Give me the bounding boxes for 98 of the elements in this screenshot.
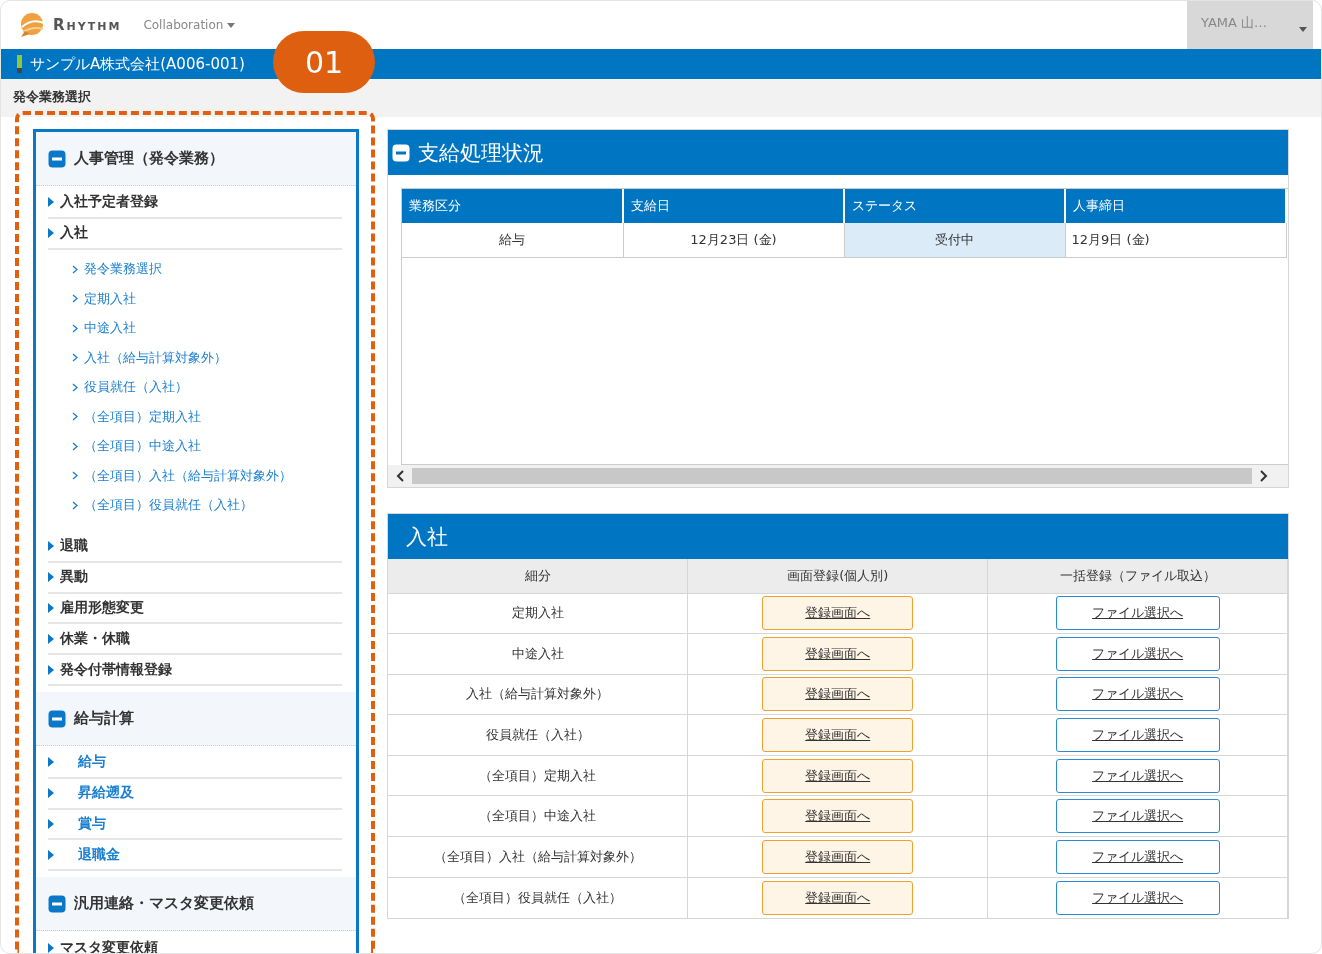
submenu-link[interactable]: 定期入社 bbox=[72, 284, 342, 314]
register-screen-button[interactable]: 登録画面へ bbox=[762, 880, 914, 915]
submenu-link[interactable]: 中途入社 bbox=[72, 313, 342, 344]
row-label: （全項目）役員就任（入社） bbox=[453, 889, 623, 905]
menu-item[interactable]: 昇給遡及 bbox=[48, 778, 342, 810]
section-title: 給与計算 bbox=[74, 709, 134, 729]
collapse-icon[interactable] bbox=[48, 149, 66, 168]
register-screen-button[interactable]: 登録画面へ bbox=[762, 839, 914, 874]
register-screen-button[interactable]: 登録画面へ bbox=[762, 636, 914, 671]
register-screen-button[interactable]: 登録画面へ bbox=[762, 677, 914, 712]
menu-item[interactable]: 雇用形態変更 bbox=[48, 593, 342, 625]
triangle-icon bbox=[48, 572, 54, 583]
chevron-icon bbox=[72, 323, 78, 333]
submenu-link[interactable]: （全項目）役員就任（入社） bbox=[72, 490, 342, 521]
table-cell: 12月9日 (金) bbox=[1065, 223, 1286, 257]
menu-item[interactable]: 賞与 bbox=[48, 809, 342, 841]
submenu-link[interactable]: （全項目）入社（給与計算対象外） bbox=[72, 461, 342, 491]
row-label: 入社（給与計算対象外） bbox=[466, 686, 610, 702]
triangle-icon bbox=[48, 757, 54, 768]
file-select-button[interactable]: ファイル選択へ bbox=[1055, 718, 1220, 753]
file-select-button[interactable]: ファイル選択へ bbox=[1055, 839, 1220, 874]
panel-title: 入社 bbox=[406, 523, 448, 551]
caret-icon bbox=[227, 22, 236, 28]
triangle-icon bbox=[48, 788, 54, 799]
caret-icon bbox=[1299, 27, 1307, 32]
file-select-button[interactable]: ファイル選択へ bbox=[1055, 636, 1220, 671]
row-label: 定期入社 bbox=[511, 605, 564, 621]
chevron-icon bbox=[72, 441, 78, 451]
chevron-icon bbox=[72, 500, 78, 510]
logo-icon bbox=[19, 12, 47, 38]
menu-item[interactable]: 退職金 bbox=[48, 840, 342, 872]
triangle-icon bbox=[48, 197, 54, 208]
column-header: ステータス bbox=[844, 189, 1065, 223]
company-name: サンプルA株式会社(A006-001) bbox=[30, 54, 245, 74]
collapse-icon[interactable] bbox=[48, 894, 66, 913]
triangle-icon bbox=[48, 633, 54, 644]
triangle-icon bbox=[48, 849, 54, 860]
triangle-icon bbox=[48, 541, 54, 552]
register-screen-button[interactable]: 登録画面へ bbox=[762, 718, 914, 753]
file-select-button[interactable]: ファイル選択へ bbox=[1055, 880, 1220, 915]
section-header[interactable]: 人事管理（発令業務） bbox=[36, 132, 356, 186]
column-header: 支給日 bbox=[623, 189, 844, 223]
callout-badge: 01 bbox=[273, 31, 375, 93]
chevron-icon bbox=[72, 264, 78, 274]
row-label: （全項目）定期入社 bbox=[479, 767, 597, 783]
panel-title: 支給処理状況 bbox=[418, 139, 544, 167]
file-select-button[interactable]: ファイル選択へ bbox=[1055, 758, 1220, 793]
submenu-link[interactable]: 入社（給与計算対象外） bbox=[72, 343, 342, 373]
register-screen-button[interactable]: 登録画面へ bbox=[762, 799, 914, 834]
column-header: 人事締日 bbox=[1065, 189, 1286, 223]
submenu-link[interactable]: 役員就任（入社） bbox=[72, 372, 342, 403]
submenu-link[interactable]: （全項目）定期入社 bbox=[72, 402, 342, 432]
triangle-icon bbox=[48, 664, 54, 675]
chevron-icon bbox=[72, 382, 78, 392]
table-cell: 12月23日 (金) bbox=[623, 223, 844, 257]
brand-name: Rhythm bbox=[53, 16, 122, 34]
table-cell: 受付中 bbox=[844, 223, 1065, 257]
file-select-button[interactable]: ファイル選択へ bbox=[1055, 677, 1220, 712]
chevron-icon bbox=[72, 412, 78, 422]
column-header: 業務区分 bbox=[402, 189, 623, 223]
collapse-icon[interactable] bbox=[48, 709, 66, 728]
horizontal-scrollbar[interactable] bbox=[388, 465, 1288, 487]
row-label: 役員就任（入社） bbox=[485, 727, 590, 743]
breadcrumb-bar: 発令業務選択 bbox=[1, 79, 1321, 117]
column-header: 一括登録（ファイル取込） bbox=[987, 559, 1288, 593]
section-title: 汎用連絡・マスタ変更依頼 bbox=[74, 894, 254, 914]
register-screen-button[interactable]: 登録画面へ bbox=[762, 596, 914, 631]
section-header[interactable]: 汎用連絡・マスタ変更依頼 bbox=[36, 877, 356, 932]
row-label: （全項目）中途入社 bbox=[479, 808, 597, 824]
table-cell: 給与 bbox=[402, 223, 623, 257]
menu-item[interactable]: 休業・休職 bbox=[48, 624, 342, 656]
menu-item[interactable]: 入社予定者登録 bbox=[48, 188, 342, 219]
triangle-icon bbox=[48, 228, 54, 239]
status-bar-icon bbox=[17, 55, 22, 73]
file-select-button[interactable]: ファイル選択へ bbox=[1055, 596, 1220, 631]
menu-item[interactable]: 異動 bbox=[48, 562, 342, 594]
submenu-link[interactable]: （全項目）中途入社 bbox=[72, 431, 342, 462]
row-label: （全項目）入社（給与計算対象外） bbox=[433, 848, 642, 864]
chevron-icon bbox=[72, 471, 78, 481]
menu-item[interactable]: 入社 bbox=[48, 218, 342, 250]
app-menu[interactable]: Collaboration bbox=[143, 18, 236, 32]
column-header: 画面登録(個人別) bbox=[687, 559, 988, 593]
row-label: 中途入社 bbox=[511, 645, 564, 661]
scrollbar-thumb[interactable] bbox=[412, 468, 1252, 484]
collapse-icon[interactable] bbox=[392, 143, 410, 162]
section-title: 人事管理（発令業務） bbox=[74, 149, 224, 168]
chevron-icon bbox=[72, 353, 78, 363]
submenu-link[interactable]: 発令業務選択 bbox=[72, 254, 342, 285]
section-header[interactable]: 給与計算 bbox=[36, 692, 356, 747]
file-select-button[interactable]: ファイル選択へ bbox=[1055, 799, 1220, 834]
triangle-icon bbox=[48, 819, 54, 830]
triangle-icon bbox=[48, 603, 54, 614]
menu-item[interactable]: 給与 bbox=[48, 748, 342, 779]
menu-item[interactable]: 発令付帯情報登録 bbox=[48, 655, 342, 687]
register-screen-button[interactable]: 登録画面へ bbox=[762, 758, 914, 793]
column-header: 細分 bbox=[388, 559, 688, 593]
menu-item[interactable]: 退職 bbox=[48, 532, 342, 563]
chevron-icon bbox=[72, 294, 78, 304]
